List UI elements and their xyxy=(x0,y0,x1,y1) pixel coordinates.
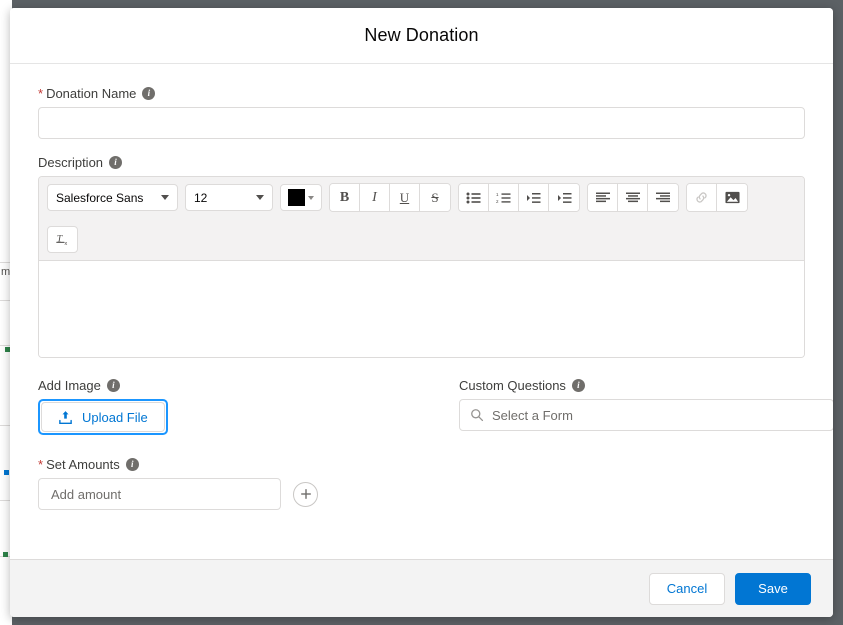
info-icon[interactable]: i xyxy=(571,378,585,392)
text-style-group: B I U S xyxy=(329,183,451,212)
description-label-row: Description i xyxy=(38,153,805,171)
bold-button[interactable]: B xyxy=(330,184,360,211)
rich-text-editor: Salesforce Sans 12 B I U S 1 2 T x xyxy=(38,176,805,358)
underline-button[interactable]: U xyxy=(390,184,420,211)
alignment-group xyxy=(587,183,679,212)
list-indent-group: 1 2 xyxy=(458,183,580,212)
custom-questions-label: Custom Questions xyxy=(459,377,566,393)
modal-header: New Donation xyxy=(10,8,833,64)
svg-text:x: x xyxy=(64,241,67,247)
font-size-value: 12 xyxy=(194,190,208,205)
upload-file-focus-ring: Upload File xyxy=(38,399,168,435)
custom-questions-search-wrap xyxy=(459,399,833,431)
description-label: Description xyxy=(38,154,104,170)
chevron-down-icon xyxy=(161,195,169,200)
custom-questions-input[interactable] xyxy=(459,399,833,431)
description-field: Description i Salesforce Sans 12 B I U S… xyxy=(38,153,805,358)
required-marker: * xyxy=(38,456,44,472)
indent-increase-button[interactable] xyxy=(549,184,579,211)
align-left-button[interactable] xyxy=(588,184,618,211)
rich-text-toolbar: Salesforce Sans 12 B I U S 1 2 T x xyxy=(39,177,804,261)
align-right-button[interactable] xyxy=(648,184,678,211)
background-text: m xyxy=(1,266,11,278)
add-amount-input[interactable] xyxy=(38,478,281,510)
save-button[interactable]: Save xyxy=(735,572,811,605)
new-donation-modal: New Donation * Donation Name i Descripti… xyxy=(10,8,833,617)
text-color-picker[interactable] xyxy=(280,184,322,211)
upload-file-button[interactable]: Upload File xyxy=(41,402,165,432)
amount-row xyxy=(38,478,805,510)
info-icon[interactable]: i xyxy=(109,155,123,169)
add-image-label-row: Add Image i xyxy=(38,376,434,394)
svg-text:2: 2 xyxy=(496,199,499,204)
add-image-field: Add Image i Upload File xyxy=(38,376,434,435)
add-amount-button[interactable] xyxy=(293,481,318,507)
chevron-down-icon xyxy=(256,195,264,200)
indent-decrease-button[interactable] xyxy=(519,184,549,211)
align-center-button[interactable] xyxy=(618,184,648,211)
page-title: New Donation xyxy=(364,25,479,45)
cancel-button[interactable]: Cancel xyxy=(649,572,725,605)
donation-name-label-row: * Donation Name i xyxy=(38,84,805,102)
font-family-select[interactable]: Salesforce Sans xyxy=(47,184,178,211)
upload-icon xyxy=(59,410,72,424)
font-size-select[interactable]: 12 xyxy=(185,184,273,211)
numbered-list-button[interactable]: 1 2 xyxy=(489,184,519,211)
image-and-questions-row: Add Image i Upload File Custom Questions… xyxy=(38,376,833,435)
remove-formatting-button[interactable]: T x xyxy=(47,226,78,253)
description-editor-body[interactable] xyxy=(39,261,804,357)
set-amounts-label: Set Amounts xyxy=(46,456,120,472)
svg-text:T: T xyxy=(56,234,63,245)
chevron-down-icon xyxy=(308,195,314,200)
plus-icon xyxy=(300,489,311,499)
modal-body: * Donation Name i Description i Salesfor… xyxy=(10,64,833,559)
donation-name-field: * Donation Name i xyxy=(38,84,805,139)
custom-questions-label-row: Custom Questions i xyxy=(459,376,833,394)
modal-footer: Cancel Save xyxy=(10,559,833,617)
svg-text:1: 1 xyxy=(496,192,499,197)
custom-questions-field: Custom Questions i xyxy=(459,376,833,435)
required-marker: * xyxy=(38,85,44,101)
upload-file-label: Upload File xyxy=(82,409,148,425)
set-amounts-field: * Set Amounts i xyxy=(38,455,805,510)
italic-button[interactable]: I xyxy=(360,184,390,211)
strikethrough-button[interactable]: S xyxy=(420,184,450,211)
font-family-value: Salesforce Sans xyxy=(56,190,144,205)
donation-name-input[interactable] xyxy=(38,107,805,139)
insert-group xyxy=(686,183,748,212)
bulleted-list-button[interactable] xyxy=(459,184,489,211)
info-icon[interactable]: i xyxy=(106,378,120,392)
insert-image-button[interactable] xyxy=(717,184,747,211)
color-swatch xyxy=(288,189,305,206)
info-icon[interactable]: i xyxy=(125,457,139,471)
info-icon[interactable]: i xyxy=(142,86,156,100)
set-amounts-label-row: * Set Amounts i xyxy=(38,455,805,473)
add-image-label: Add Image xyxy=(38,377,101,393)
insert-link-button[interactable] xyxy=(687,184,717,211)
donation-name-label: Donation Name xyxy=(46,85,137,101)
